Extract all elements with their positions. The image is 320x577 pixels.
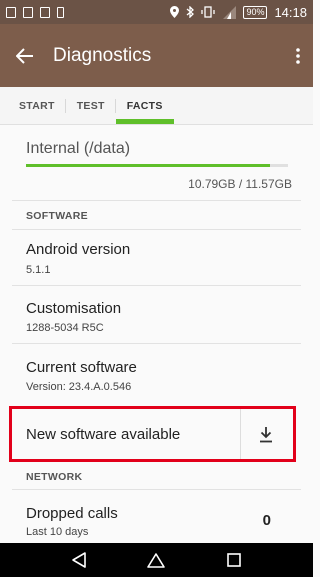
screenshot-icon xyxy=(23,6,33,18)
current-software-value: Version: 23.4.A.0.546 xyxy=(26,381,132,393)
bluetooth-icon xyxy=(187,6,195,18)
new-software-label: New software available xyxy=(26,425,181,443)
triangle-back-icon xyxy=(72,552,86,568)
overflow-menu-button[interactable] xyxy=(283,34,313,78)
dropped-calls-title: Dropped calls xyxy=(26,505,118,522)
dropped-calls-value: 0 xyxy=(262,512,271,529)
back-button[interactable] xyxy=(3,34,47,78)
tab-test[interactable]: TEST xyxy=(66,87,116,124)
section-header-network: NETWORK xyxy=(26,471,83,483)
divider xyxy=(240,409,241,459)
download-icon xyxy=(260,426,272,442)
storage-value: 10.79GB / 11.57GB xyxy=(188,177,292,191)
storage-title: Internal (/data) xyxy=(26,140,131,157)
new-software-item[interactable]: New software available xyxy=(9,406,296,462)
download-button[interactable] xyxy=(247,415,285,453)
tab-start[interactable]: START xyxy=(8,87,66,124)
divider xyxy=(12,489,301,490)
divider xyxy=(12,229,301,230)
nav-home-button[interactable] xyxy=(136,543,176,577)
signal-icon xyxy=(223,6,237,19)
page-title: Diagnostics xyxy=(53,44,152,66)
navigation-bar xyxy=(0,543,313,577)
battery-indicator: 90% xyxy=(243,5,268,19)
location-icon xyxy=(170,6,180,18)
current-software-title: Current software xyxy=(26,359,137,376)
divider xyxy=(12,200,301,201)
active-tab-indicator xyxy=(115,119,174,124)
home-icon xyxy=(147,553,166,568)
tab-bar: START TEST FACTS xyxy=(0,87,313,125)
storage-progress-fill xyxy=(26,164,271,167)
clock: 14:18 xyxy=(274,4,307,20)
customisation-value: 1288-5034 R5C xyxy=(26,322,104,334)
calendar-icon xyxy=(40,6,50,18)
android-version-value: 5.1.1 xyxy=(26,264,51,276)
divider xyxy=(12,343,301,344)
app-bar: Diagnostics xyxy=(0,24,313,87)
storage-progress-bar xyxy=(26,164,288,167)
nav-recents-button[interactable] xyxy=(214,543,254,577)
arrow-back-icon xyxy=(16,47,33,64)
divider xyxy=(12,285,301,286)
battery-saver-icon xyxy=(57,6,64,18)
section-header-software: SOFTWARE xyxy=(26,210,88,222)
more-vert-icon xyxy=(296,47,300,64)
notification-icon xyxy=(6,6,16,18)
nav-back-button[interactable] xyxy=(59,543,99,577)
vibrate-icon xyxy=(201,6,216,18)
customisation-title: Customisation xyxy=(26,300,122,317)
dropped-calls-sub: Last 10 days xyxy=(26,526,89,538)
tab-facts[interactable]: FACTS xyxy=(115,87,174,124)
recents-square-icon xyxy=(227,553,241,567)
android-version-title: Android version xyxy=(26,241,131,258)
status-bar: 90% 14:18 xyxy=(0,0,313,24)
